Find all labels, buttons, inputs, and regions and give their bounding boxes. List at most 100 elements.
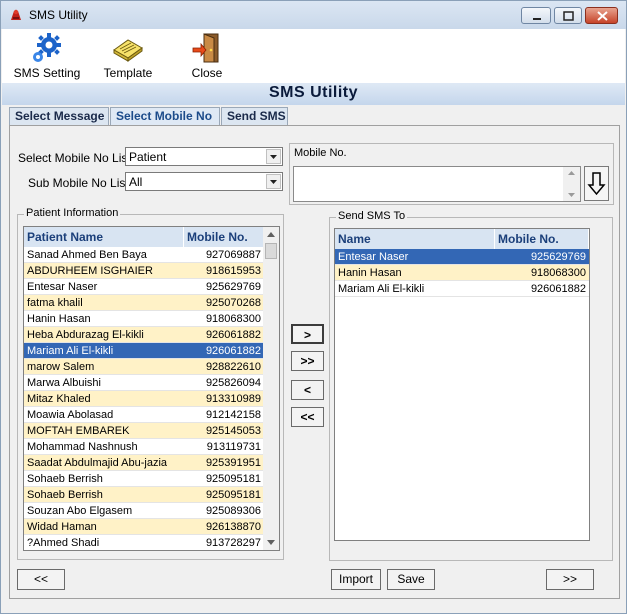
- row-name: Saadat Abdulmajid Abu-jazia: [27, 457, 168, 469]
- row-name: Sohaeb Berrish: [27, 489, 103, 501]
- scroll-down-icon[interactable]: [263, 534, 279, 550]
- row-name: Heba Abdurazag El-kikli: [27, 329, 144, 341]
- row-mobile: 926061882: [530, 283, 586, 295]
- col-mobile-no[interactable]: Mobile No.: [184, 227, 264, 247]
- window-title: SMS Utility: [29, 8, 88, 22]
- row-mobile: 925629769: [530, 251, 586, 263]
- row-mobile: 928822610: [205, 361, 261, 373]
- table-row[interactable]: Souzan Abo Elgasem 925089306: [24, 503, 264, 519]
- table-row[interactable]: Mohammad Nashnush 913119731: [24, 439, 264, 455]
- sub-list-value: All: [129, 175, 143, 189]
- add-mobile-button[interactable]: [584, 166, 609, 201]
- table-row[interactable]: fatma khalil 925070268: [24, 295, 264, 311]
- table-row[interactable]: Marwa Albuishi 925826094: [24, 375, 264, 391]
- scroll-up-icon[interactable]: [263, 227, 279, 243]
- sub-list-label: Sub Mobile No List: [28, 176, 129, 190]
- row-mobile: 912142158: [205, 409, 261, 421]
- patient-grid-scrollbar[interactable]: [263, 227, 279, 550]
- arrow-down-icon: [585, 172, 608, 203]
- row-name: Souzan Abo Elgasem: [27, 505, 133, 517]
- remove-all-button[interactable]: <<: [291, 407, 324, 427]
- table-row[interactable]: MOFTAH EMBAREK 925145053: [24, 423, 264, 439]
- table-row[interactable]: Mitaz Khaled 913310989: [24, 391, 264, 407]
- exit-door-icon: [190, 32, 224, 67]
- sms-setting-label: SMS Setting: [13, 66, 81, 80]
- template-button[interactable]: Template: [98, 29, 158, 83]
- tab-send-sms[interactable]: Send SMS: [221, 107, 288, 126]
- table-row[interactable]: Sohaeb Berrish 925095181: [24, 487, 264, 503]
- mobile-list-select[interactable]: Patient: [125, 147, 283, 166]
- row-name: Mariam Ali El-kikli: [338, 283, 425, 295]
- minimize-button[interactable]: [521, 7, 551, 24]
- close-window-button[interactable]: [585, 7, 618, 24]
- tab-select-mobile-no[interactable]: Select Mobile No: [110, 107, 220, 126]
- row-name: Entesar Naser: [338, 251, 409, 263]
- close-button[interactable]: Close: [184, 29, 230, 83]
- add-one-button[interactable]: >: [291, 324, 324, 344]
- table-row[interactable]: Saadat Abdulmajid Abu-jazia 925391951: [24, 455, 264, 471]
- row-mobile: 925629769: [205, 281, 261, 293]
- table-row[interactable]: ABDURHEEM ISGHAIER 918615953: [24, 263, 264, 279]
- col-patient-name[interactable]: Patient Name: [24, 227, 184, 247]
- import-button[interactable]: Import: [331, 569, 381, 590]
- row-name: marow Salem: [27, 361, 95, 373]
- remove-one-button[interactable]: <: [291, 380, 324, 400]
- row-name: Sanad Ahmed Ben Baya: [27, 249, 147, 261]
- table-row[interactable]: Sohaeb Berrish 925095181: [24, 471, 264, 487]
- table-row[interactable]: ?Ahmed Shadi 913728297: [24, 535, 264, 550]
- send-sms-to-title: Send SMS To: [336, 210, 408, 222]
- table-row[interactable]: Heba Abdurazag El-kikli 926061882: [24, 327, 264, 343]
- table-row[interactable]: Mariam Ali El-kikli 926061882: [24, 343, 264, 359]
- maximize-button[interactable]: [554, 7, 582, 24]
- sub-list-select[interactable]: All: [125, 172, 283, 191]
- sms-setting-button[interactable]: SMS Setting: [10, 29, 84, 83]
- col-name[interactable]: Name: [335, 229, 495, 249]
- row-mobile: 925391951: [205, 457, 261, 469]
- tab-select-message[interactable]: Select Message: [9, 107, 109, 126]
- row-mobile: 925145053: [205, 425, 261, 437]
- chevron-down-icon[interactable]: [266, 149, 281, 164]
- row-name: MOFTAH EMBAREK: [27, 425, 130, 437]
- chevron-down-icon[interactable]: [266, 174, 281, 189]
- row-mobile: 926061882: [205, 329, 261, 341]
- save-button[interactable]: Save: [387, 569, 435, 590]
- row-name: ABDURHEEM ISGHAIER: [27, 265, 153, 277]
- table-row[interactable]: Mariam Ali El-kikli 926061882: [335, 281, 589, 297]
- table-row[interactable]: Hanin Hasan 918068300: [335, 265, 589, 281]
- row-name: Mitaz Khaled: [27, 393, 91, 405]
- table-row[interactable]: Moawia Abolasad 912142158: [24, 407, 264, 423]
- row-mobile: 925826094: [205, 377, 261, 389]
- table-row[interactable]: Entesar Naser 925629769: [335, 249, 589, 265]
- toolbar: SMS Setting Template Close: [2, 29, 625, 83]
- patient-grid-header: Patient Name Mobile No.: [24, 227, 264, 247]
- row-name: Hanin Hasan: [338, 267, 402, 279]
- table-row[interactable]: Entesar Naser 925629769: [24, 279, 264, 295]
- table-row[interactable]: Sanad Ahmed Ben Baya 927069887: [24, 247, 264, 263]
- row-name: Entesar Naser: [27, 281, 98, 293]
- row-name: fatma khalil: [27, 297, 83, 309]
- row-mobile: 918068300: [530, 267, 586, 279]
- patient-grid[interactable]: Patient Name Mobile No. Sanad Ahmed Ben …: [23, 226, 280, 551]
- mobile-no-scrollbar[interactable]: [563, 167, 580, 201]
- send-to-grid-header: Name Mobile No.: [335, 229, 589, 249]
- col-send-mobile-no[interactable]: Mobile No.: [495, 229, 589, 249]
- patient-information-title: Patient Information: [24, 207, 121, 219]
- send-to-grid[interactable]: Name Mobile No. Entesar Naser 925629769 Ha…: [334, 228, 590, 541]
- scroll-thumb[interactable]: [265, 243, 277, 259]
- previous-button[interactable]: <<: [17, 569, 65, 590]
- mobile-no-input[interactable]: [293, 166, 581, 202]
- row-name: Mariam Ali El-kikli: [27, 345, 114, 357]
- row-name: Moawia Abolasad: [27, 409, 114, 421]
- table-row[interactable]: Hanin Hasan 918068300: [24, 311, 264, 327]
- title-bar[interactable]: SMS Utility: [1, 1, 626, 29]
- add-all-button[interactable]: >>: [291, 351, 324, 371]
- next-button[interactable]: >>: [546, 569, 594, 590]
- close-label: Close: [191, 66, 223, 80]
- table-row[interactable]: marow Salem 928822610: [24, 359, 264, 375]
- mobile-list-value: Patient: [129, 150, 167, 164]
- row-mobile: 926138870: [205, 521, 261, 533]
- row-mobile: 925070268: [205, 297, 261, 309]
- page-title: SMS Utility: [2, 83, 625, 105]
- template-icon: [111, 32, 145, 67]
- table-row[interactable]: Widad Haman 926138870: [24, 519, 264, 535]
